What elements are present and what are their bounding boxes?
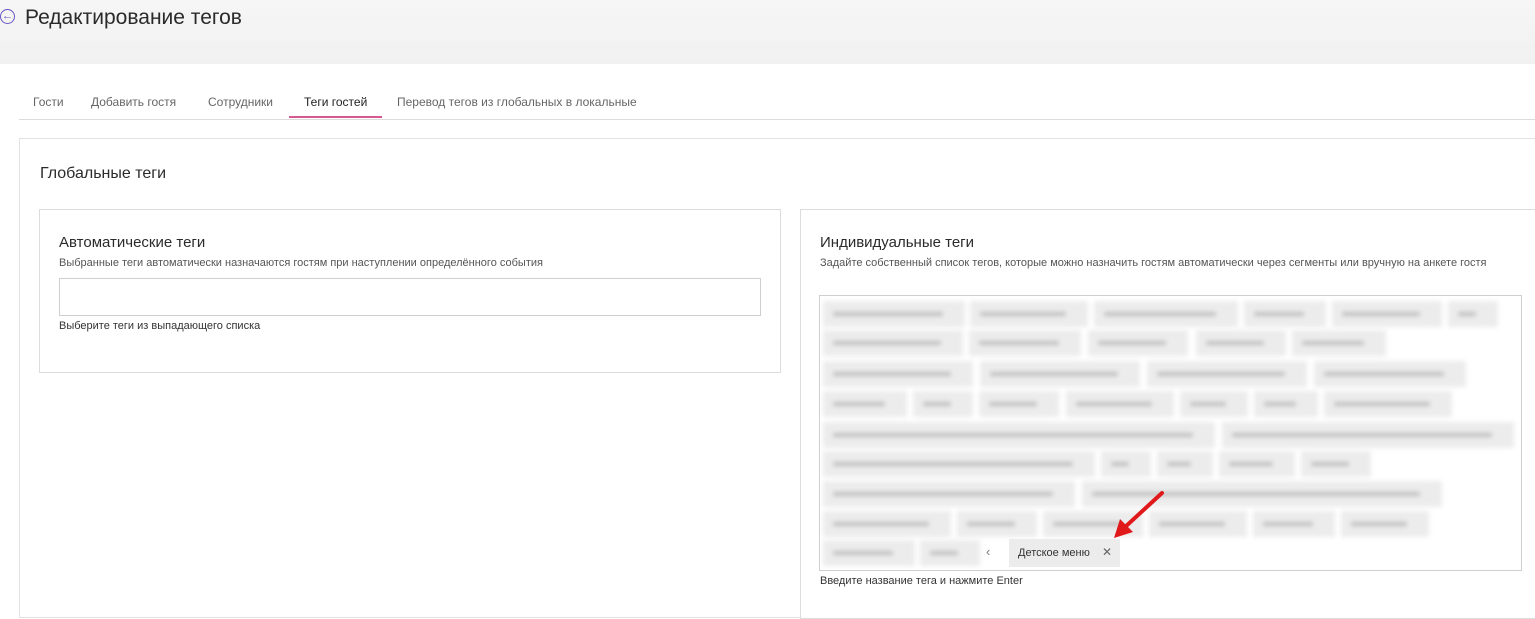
tag-chip-blurred [980, 361, 1140, 387]
tag-chip-blurred [1244, 301, 1326, 327]
tag-chip-blurred [1254, 391, 1318, 417]
tag-chip-blurred [969, 330, 1081, 356]
tag-chip-blurred [1292, 330, 1386, 356]
tag-chip-blurred [1219, 451, 1295, 477]
automatic-tags-description: Выбранные теги автоматически назначаются… [59, 257, 543, 269]
active-tab-indicator [289, 116, 382, 118]
back-arrow-icon[interactable]: ← [0, 9, 15, 24]
tag-chip-blurred [823, 301, 965, 327]
tab-tags-transfer[interactable]: Перевод тегов из глобальных в локальные [397, 95, 637, 109]
tag-chip-blurred [1253, 511, 1335, 537]
tag-chip-blurred [823, 330, 963, 356]
tag-chip-blurred [823, 481, 1075, 507]
tab-bar: Гости Добавить гостя Сотрудники Теги гос… [19, 86, 1535, 120]
tag-chip-blurred [1088, 330, 1188, 356]
section-title: Глобальные теги [40, 165, 167, 182]
individual-tags-description: Задайте собственный список тегов, которы… [820, 257, 1487, 269]
tag-chip-blurred [823, 451, 1095, 477]
tag-chip-blurred [1157, 451, 1213, 477]
tag-chip-blurred [920, 540, 980, 566]
tab-guest-tags[interactable]: Теги гостей [304, 95, 367, 109]
tag-chip-blurred [1094, 301, 1238, 327]
automatic-tags-title: Автоматические теги [59, 234, 206, 251]
automatic-tags-hint: Выберите теги из выпадающего списка [59, 320, 261, 332]
tag-chip-blurred [823, 361, 973, 387]
tag-chip-blurred [1324, 391, 1452, 417]
tag-chip-blurred [1448, 301, 1498, 327]
tag-chip-blurred [913, 391, 973, 417]
tag-chip-blurred [1314, 361, 1466, 387]
tag-chip-blurred [1101, 451, 1151, 477]
tag-chip-blurred [957, 511, 1037, 537]
page-title: Редактирование тегов [25, 6, 242, 29]
tag-chip-blurred [1196, 330, 1286, 356]
automatic-tags-select[interactable] [59, 278, 761, 316]
individual-tags-title: Индивидуальные теги [820, 234, 975, 251]
tab-guests[interactable]: Гости [33, 95, 64, 109]
individual-tags-hint: Введите название тега и нажмите Enter [820, 575, 1023, 587]
tab-add-guest[interactable]: Добавить гостя [91, 95, 176, 109]
tag-chip-blurred [823, 511, 951, 537]
tag-chip-blurred [823, 540, 915, 566]
tag-chip-blurred [1180, 391, 1248, 417]
tag-chip-blurred [1332, 301, 1442, 327]
tag-chip-blurred [823, 391, 907, 417]
tab-employees[interactable]: Сотрудники [208, 95, 273, 109]
tag-chip-blurred [1341, 511, 1429, 537]
tag-chip-blurred [1301, 451, 1371, 477]
tag-chip-blurred [1222, 422, 1514, 448]
tag-chip-blurred [970, 301, 1088, 327]
tag-chip-blurred [1147, 361, 1307, 387]
tag-chip-label: Детское меню [1018, 547, 1090, 559]
tag-chip-blurred [1066, 391, 1174, 417]
tag-chip-blurred [823, 422, 1215, 448]
annotation-arrow-icon [1114, 491, 1164, 538]
tag-chip-blurred [979, 391, 1059, 417]
chevron-left-icon[interactable]: ‹ [986, 544, 990, 559]
close-icon[interactable]: ✕ [1102, 545, 1112, 559]
